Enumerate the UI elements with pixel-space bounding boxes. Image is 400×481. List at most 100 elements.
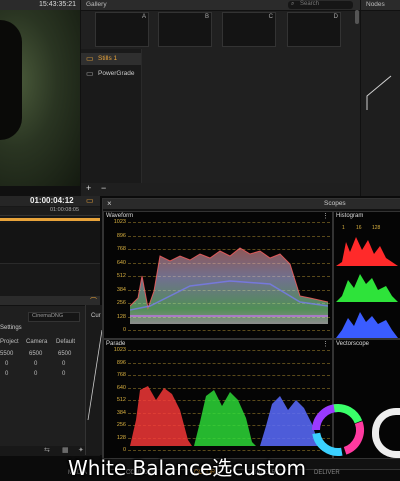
playhead-timecode: 01:00:04:12 [30,196,74,205]
gallery-footer: + − [81,183,361,196]
search-icon: ⌕ [291,1,295,7]
scope-gridline [128,350,330,351]
scope-tick-label: 1023 [113,347,126,353]
timeline-track [0,223,100,264]
settings-title: Settings [0,325,22,331]
viewer-panel: 15:43:35:21 [0,0,80,196]
histogram-scope: Histogram 1 16 128 [333,211,400,339]
nodes-panel: Nodes [360,0,400,196]
album-list: ▭ Stills 1 ▭ PowerGrade [81,49,142,183]
scope-tick-label: 640 [116,259,126,266]
scope-tick-label: 768 [116,372,126,378]
cell[interactable]: 6500 [58,351,71,357]
timeline-track-orange[interactable] [0,218,100,221]
scope-gridline [128,222,330,223]
gallery-scrollbar[interactable] [355,10,359,24]
nodes-title: Nodes [366,1,385,8]
scopes-titlebar: × Scopes [103,199,400,210]
scope-gridline [128,330,330,331]
vectorscope-label: Vectorscope [336,341,370,347]
format-value: CinemaDNG [32,313,64,319]
scope-tick-label: 896 [116,232,126,239]
scope-tick-label: 0 [122,327,126,333]
scope-tick-label: 1023 [113,219,126,225]
format-select[interactable]: CinemaDNG [28,312,80,322]
scope-tick-label: 128 [116,434,126,441]
waveform-scope: Waveform ⋮ 1023 896 768 640 512 384 256 128 0 [103,211,333,339]
add-album-button[interactable]: + [86,183,91,193]
subtitle-caption: White Balance选custom [68,456,306,480]
hist-tick: 128 [372,225,381,231]
viewer-face-shadow [0,20,22,140]
viewer-image [0,10,80,186]
parade-scope: Parade ⋮ 1023 896 768 640 512 384 256 128 0 [103,339,333,459]
ruler-timecode: 01:00:08:05 [50,207,80,213]
scopes-title: Scopes [324,200,346,207]
scope-tick-label: 256 [116,422,126,428]
scope-tick-label: 384 [116,409,126,416]
waveform-menu-icon[interactable]: ⋮ [322,212,329,220]
album-item-stills[interactable]: ▭ Stills 1 [81,53,141,65]
remove-album-button[interactable]: − [101,183,106,193]
thumb-label: C [268,14,273,20]
gallery-thumb-d[interactable]: D [287,12,341,47]
clip-icon[interactable]: ▭ [86,196,94,205]
thumb-label: A [141,14,146,20]
hist-tick: 1 [342,225,345,231]
scope-tick-label: 768 [116,246,126,252]
gallery-search[interactable]: ⌕ Search [288,1,353,9]
cell[interactable]: 6500 [29,351,42,357]
gallery-title: Gallery [86,1,107,8]
histogram-green [336,274,398,302]
viewer-timecode: 15:43:35:21 [39,1,76,8]
thumb-label: B [204,14,209,20]
album-item-powergrade[interactable]: ▭ PowerGrade [81,68,141,80]
gallery-panel: Gallery ⌕ Search A B C D ▭ Stills 1 ▭ Po… [80,0,361,196]
tab-deliver[interactable]: DELIVER [314,470,340,476]
scope-gridline [128,362,330,364]
histogram-label: Histogram [336,213,364,219]
scope-gridline [128,450,330,451]
timeline-ruler: 01:00:08:05 [0,207,100,216]
hist-tick: 16 [356,225,362,231]
search-input[interactable]: Search [300,1,319,7]
scope-tick-label: 896 [116,359,126,366]
curves-tab[interactable]: Cur [91,313,101,319]
parade-red [130,386,192,446]
timeline-toolbar: 01:00:04:12 ▭ [0,196,100,206]
gallery-header: Gallery ⌕ Search [81,0,361,11]
album-icon: ▭ [86,54,94,63]
album-label: Stills 1 [98,55,118,62]
timeline-strip: 01:00:04:12 ▭ 01:00:08:05 [0,196,100,296]
cell[interactable]: 0 [34,371,37,377]
gallery-thumb-a[interactable]: A [95,12,149,47]
parade-menu-icon[interactable]: ⋮ [322,340,329,348]
parade-green [194,390,256,446]
album-icon: ▭ [86,69,94,78]
cell[interactable]: 0 [34,361,37,367]
scopes-close-button[interactable]: × [107,199,112,208]
gallery-thumb-c[interactable]: C [222,12,276,47]
col-project: Project [0,339,19,345]
scope-tick-label: 384 [116,286,126,293]
col-camera: Camera [26,339,48,345]
histogram-blue [336,312,398,338]
scope-tick-label: 256 [116,300,126,306]
node-connection-line [366,75,392,110]
scope-gridline [128,375,330,376]
col-default: Default [56,339,76,345]
scope-tick-label: 640 [116,384,126,391]
scope-tick-label: 512 [116,397,126,403]
scope-tick-label: 512 [116,273,126,279]
scope-tick-label: 128 [116,313,126,320]
cell[interactable]: 0 [62,361,65,367]
cell[interactable]: 0 [5,361,8,367]
gallery-thumb-b[interactable]: B [158,12,212,47]
album-label: PowerGrade [98,70,135,77]
reset-icon[interactable]: ⇆ [44,446,50,454]
cell[interactable]: 5500 [0,351,13,357]
cell[interactable]: 0 [5,371,8,377]
histogram-red [336,237,398,266]
waveform-trace [130,247,328,324]
cell[interactable]: 0 [62,371,65,377]
